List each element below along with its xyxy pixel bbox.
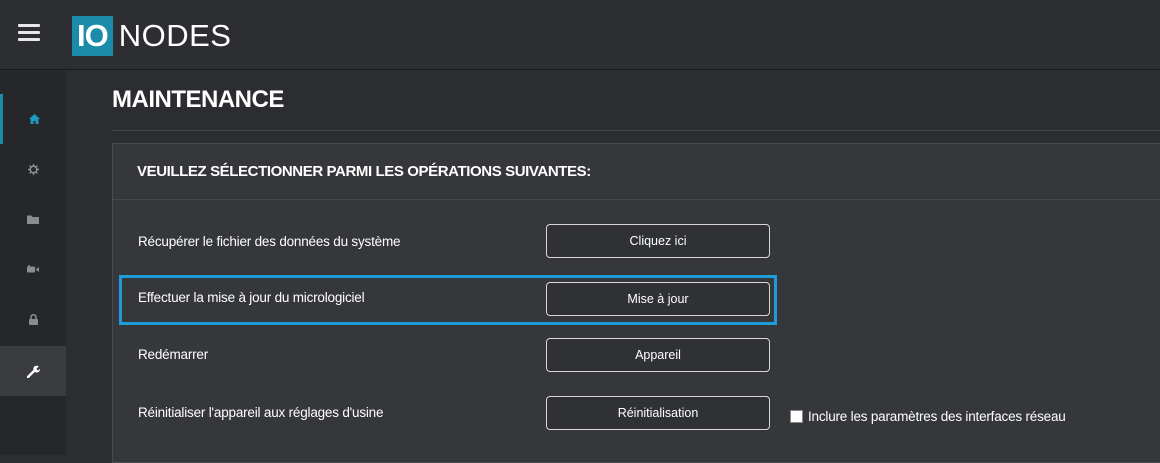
panel-heading: VEUILLEZ SÉLECTIONNER PARMI LES OPÉRATIO…	[137, 163, 591, 180]
top-bar: IO NODES	[0, 0, 1160, 70]
row-label-firmware-update: Effectuer la mise à jour du micrologicie…	[138, 290, 365, 305]
logo-io: IO	[72, 16, 113, 56]
include-network-settings-option: Inclure les paramètres des interfaces ré…	[790, 409, 1066, 424]
logo-nodes: NODES	[118, 18, 232, 53]
sidebar	[0, 71, 66, 455]
row-label-restart: Redémarrer	[138, 347, 209, 362]
row-label-download-system-data: Récupérer le fichier des données du syst…	[138, 234, 401, 249]
sidebar-item-settings[interactable]	[0, 144, 66, 194]
factory-reset-button[interactable]: Réinitialisation	[546, 396, 770, 430]
lock-icon	[28, 313, 38, 325]
sidebar-item-files[interactable]	[0, 194, 66, 244]
sidebar-item-security[interactable]	[0, 294, 66, 344]
video-camera-icon	[27, 264, 39, 272]
gear-icon	[27, 163, 39, 175]
title-divider	[112, 130, 1160, 131]
sidebar-item-camera[interactable]	[0, 244, 66, 294]
page-title: MAINTENANCE	[112, 86, 284, 113]
click-here-button[interactable]: Cliquez ici	[546, 224, 770, 258]
sidebar-item-home[interactable]	[0, 94, 66, 144]
wrench-icon	[26, 365, 40, 378]
hamburger-menu-icon[interactable]	[18, 24, 40, 42]
panel-header: VEUILLEZ SÉLECTIONNER PARMI LES OPÉRATIO…	[113, 144, 1160, 200]
include-network-settings-checkbox[interactable]	[790, 410, 803, 423]
sidebar-item-maintenance[interactable]	[0, 346, 66, 396]
firmware-update-button[interactable]: Mise à jour	[546, 282, 770, 316]
row-label-factory-reset: Réinitialiser l'appareil aux réglages d'…	[138, 405, 384, 420]
home-icon	[29, 114, 40, 124]
ionodes-logo: IO NODES	[72, 16, 231, 56]
restart-device-button[interactable]: Appareil	[546, 338, 770, 372]
maintenance-panel: VEUILLEZ SÉLECTIONNER PARMI LES OPÉRATIO…	[112, 143, 1160, 463]
folder-icon	[27, 215, 39, 224]
include-network-settings-label: Inclure les paramètres des interfaces ré…	[808, 409, 1066, 424]
